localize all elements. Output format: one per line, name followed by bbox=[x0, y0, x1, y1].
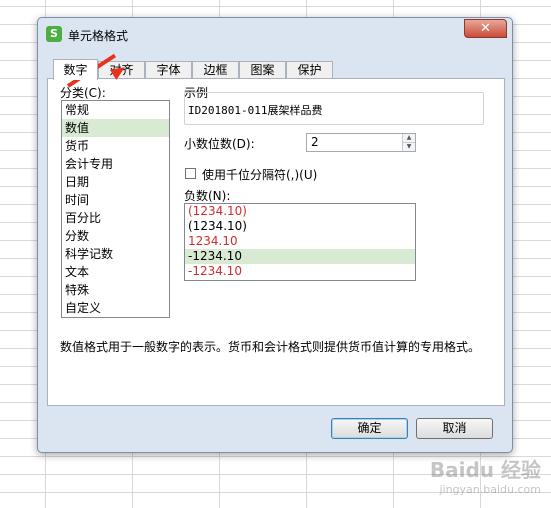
list-item[interactable]: 会计专用 bbox=[62, 155, 169, 173]
chevron-up-icon[interactable]: ▲ bbox=[403, 134, 415, 143]
cancel-button[interactable]: 取消 bbox=[416, 418, 493, 439]
watermark-logo: Baidu 经验 bbox=[429, 458, 541, 482]
tab-protection[interactable]: 保护 bbox=[286, 61, 333, 79]
title-bar[interactable]: S 单元格格式 ✕ bbox=[38, 18, 512, 52]
list-item[interactable]: (1234.10) bbox=[185, 219, 415, 234]
tab-font[interactable]: 字体 bbox=[145, 61, 192, 79]
watermark-url: jingyan.baidu.com bbox=[439, 483, 541, 496]
chevron-down-icon[interactable]: ▼ bbox=[403, 143, 415, 151]
list-item[interactable]: -1234.10 bbox=[185, 264, 415, 279]
tab-number[interactable]: 数字 bbox=[53, 59, 98, 80]
list-item[interactable]: 常规 bbox=[62, 101, 169, 119]
decimal-places-value: 2 bbox=[311, 135, 319, 149]
negative-numbers-list[interactable]: (1234.10) (1234.10) 1234.10 -1234.10 -12… bbox=[184, 203, 416, 281]
list-item[interactable]: 分数 bbox=[62, 227, 169, 245]
list-item[interactable]: -1234.10 bbox=[185, 249, 415, 264]
decimal-places-stepper[interactable]: 2 ▲ ▼ bbox=[306, 133, 416, 152]
stepper-buttons: ▲ ▼ bbox=[402, 134, 415, 151]
list-item[interactable]: 百分比 bbox=[62, 209, 169, 227]
list-item[interactable]: 货币 bbox=[62, 137, 169, 155]
watermark: Baidu 经验 jingyan.baidu.com bbox=[430, 454, 541, 496]
category-list[interactable]: 常规 数值 货币 会计专用 日期 时间 百分比 分数 科学记数 文本 特殊 自定… bbox=[61, 100, 170, 318]
list-item[interactable]: (1234.10) bbox=[185, 204, 415, 219]
list-item[interactable]: 数值 bbox=[62, 119, 169, 137]
list-item[interactable]: 特殊 bbox=[62, 281, 169, 299]
category-label: 分类(C): bbox=[60, 86, 106, 100]
list-item[interactable]: 科学记数 bbox=[62, 245, 169, 263]
tab-border[interactable]: 边框 bbox=[192, 61, 239, 79]
tab-pattern[interactable]: 图案 bbox=[239, 61, 286, 79]
close-button[interactable]: ✕ bbox=[464, 19, 507, 38]
sample-box: ID201801-011展架样品费 bbox=[184, 92, 484, 125]
list-item[interactable]: 自定义 bbox=[62, 299, 169, 317]
ok-button[interactable]: 确定 bbox=[331, 418, 408, 439]
negative-numbers-label: 负数(N): bbox=[184, 189, 231, 203]
list-item[interactable]: 日期 bbox=[62, 173, 169, 191]
list-item[interactable]: 1234.10 bbox=[185, 234, 415, 249]
list-item[interactable]: 文本 bbox=[62, 263, 169, 281]
format-cells-dialog: S 单元格格式 ✕ 数字 对齐 字体 边框 图案 保护 分类(C): 常规 数值… bbox=[37, 17, 513, 453]
decimal-places-label: 小数位数(D): bbox=[184, 137, 255, 151]
sample-value: ID201801-011展架样品费 bbox=[188, 104, 323, 117]
thousands-separator-label[interactable]: 使用千位分隔符(,)(U) bbox=[202, 166, 317, 183]
format-description: 数值格式用于一般数字的表示。货币和会计格式则提供货币值计算的专用格式。 bbox=[60, 340, 481, 354]
dialog-title: 单元格格式 bbox=[68, 29, 129, 43]
close-icon: ✕ bbox=[480, 21, 491, 36]
thousands-separator-checkbox[interactable] bbox=[185, 168, 196, 179]
wps-app-icon: S bbox=[46, 26, 62, 42]
list-item[interactable]: 时间 bbox=[62, 191, 169, 209]
